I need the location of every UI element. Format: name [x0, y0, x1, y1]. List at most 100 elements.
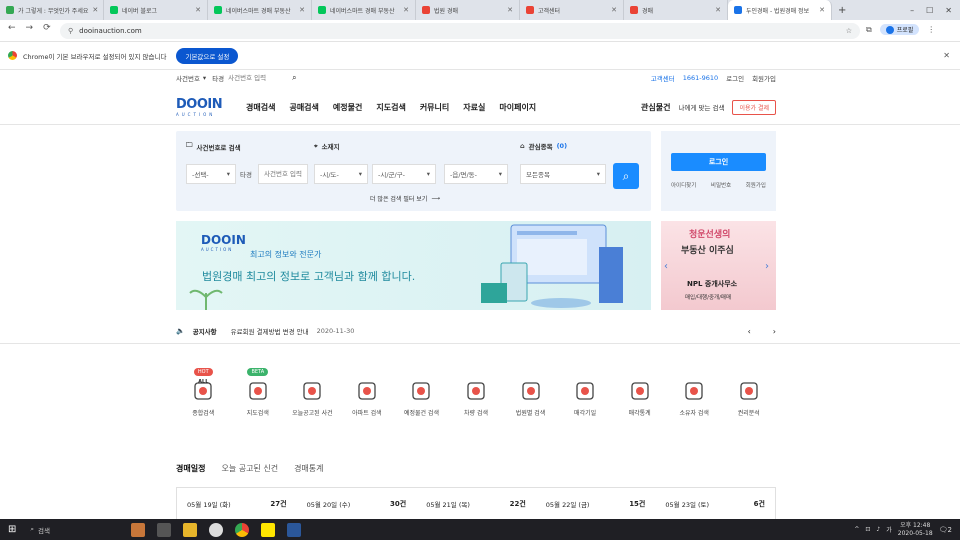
site-info-icon[interactable]: ⚲: [68, 27, 73, 35]
category-item[interactable]: 오늘공고된 사건: [285, 380, 340, 417]
back-icon[interactable]: ←: [8, 23, 16, 33]
clock-date[interactable]: 2020-05-18: [898, 530, 933, 538]
sigungu-select[interactable]: -시/군/구- ▾: [372, 164, 436, 184]
top-case-select[interactable]: 사건번호 ▾: [176, 73, 206, 83]
file-explorer-icon[interactable]: [183, 522, 198, 537]
join-link-box[interactable]: 회원가입: [746, 181, 766, 189]
type-select[interactable]: 모든종목 ▾: [520, 164, 606, 184]
login-button[interactable]: 로그인: [671, 153, 766, 171]
top-case-input[interactable]: [228, 74, 289, 82]
login-link[interactable]: 로그인: [726, 73, 744, 83]
category-item[interactable]: 예정물건 검색: [394, 380, 449, 417]
notice-prev-icon[interactable]: ‹: [748, 327, 751, 336]
bookmark-star-icon[interactable]: ☆: [846, 27, 852, 35]
ad-banner[interactable]: 청운선생의 부동산 이주심 NPL 중개사무소 매입/대행/중개/매매 ‹ ›: [661, 221, 776, 310]
chatgpt-icon[interactable]: [209, 522, 224, 537]
taskbar-search[interactable]: ⌕ 검색: [30, 525, 125, 535]
search-icon[interactable]: ⌕: [292, 73, 296, 83]
volume-icon[interactable]: ♪: [876, 526, 880, 533]
category-item[interactable]: 아파트 검색: [340, 380, 395, 417]
nav-item[interactable]: 자료실: [463, 102, 485, 113]
case-number-input[interactable]: [258, 164, 308, 184]
close-tab-icon[interactable]: ✕: [195, 6, 201, 14]
sido-select[interactable]: -시/도- ▾: [314, 164, 368, 184]
section-tab[interactable]: 오늘 공고된 신건: [221, 463, 278, 474]
close-tab-icon[interactable]: ✕: [611, 6, 617, 14]
reload-icon[interactable]: ⟳: [43, 23, 51, 33]
browser-tab[interactable]: 법원 경매 ✕: [416, 0, 520, 20]
close-tab-icon[interactable]: ✕: [299, 6, 305, 14]
profile-button[interactable]: 프로필: [879, 24, 920, 35]
detail-filter-link[interactable]: 더 많은 검색 필터 보기 ⟶: [370, 194, 440, 203]
ime-icon[interactable]: 가: [886, 525, 892, 534]
category-item[interactable]: HOT ALL 종합검색: [176, 368, 231, 417]
close-window-icon[interactable]: ✕: [945, 6, 952, 15]
join-link[interactable]: 회원가입: [752, 73, 776, 83]
site-logo[interactable]: DOOIN AUCTION: [176, 97, 236, 117]
windows-start-icon[interactable]: ⊞: [8, 524, 16, 535]
ad-next-icon[interactable]: ›: [765, 261, 769, 272]
chrome-icon[interactable]: [235, 522, 250, 537]
browser-tab[interactable]: 네이버 블로그 ✕: [104, 0, 208, 20]
maximize-icon[interactable]: ☐: [926, 6, 933, 15]
minimize-icon[interactable]: –: [910, 6, 914, 15]
browser-tab[interactable]: 경매 ✕: [624, 0, 728, 20]
schedule-item[interactable]: 05월 19일 (화) 27건: [177, 499, 297, 509]
clock-time[interactable]: 오후 12:48: [898, 522, 933, 530]
notice-next-icon[interactable]: ›: [773, 327, 776, 336]
browser-tab[interactable]: 가 그렇게 : 무엇인가 주세요 ✕: [0, 0, 104, 20]
nav-item[interactable]: 경매검색: [246, 102, 275, 113]
schedule-item[interactable]: 05월 20일 (수) 30건: [297, 499, 417, 509]
close-tab-icon[interactable]: ✕: [819, 6, 825, 14]
close-tab-icon[interactable]: ✕: [403, 6, 409, 14]
browser-tab[interactable]: 네이버스마트 경매 부동산 ✕: [208, 0, 312, 20]
word-icon[interactable]: [287, 522, 302, 537]
category-item[interactable]: BETA 지도검색: [231, 368, 286, 417]
dong-select[interactable]: -읍/면/동- ▾: [444, 164, 508, 184]
menu-icon[interactable]: ⋮: [927, 25, 935, 34]
category-item[interactable]: 법원별 검색: [503, 380, 558, 417]
nav-item[interactable]: 예정물건: [333, 102, 362, 113]
category-item[interactable]: 권리분석: [721, 380, 776, 417]
search-button[interactable]: ⌕: [613, 163, 639, 189]
category-item[interactable]: 매각기일: [558, 380, 613, 417]
tray-chevron-icon[interactable]: ^: [854, 526, 859, 533]
interest-link[interactable]: 관심물건: [641, 102, 670, 113]
nav-item[interactable]: 커뮤니티: [420, 102, 449, 113]
forward-icon[interactable]: →: [26, 23, 34, 33]
network-icon[interactable]: ⊡: [865, 526, 870, 533]
schedule-item[interactable]: 05월 23일 (토) 6건: [655, 499, 775, 509]
notice-title[interactable]: 유료회원 결제방법 변경 안내: [231, 326, 309, 336]
category-item[interactable]: 소유자 검색: [667, 380, 722, 417]
guide-link[interactable]: 나에게 맞는 검색: [678, 102, 724, 112]
browser-tab[interactable]: 고객센터 ✕: [520, 0, 624, 20]
main-banner[interactable]: DOOIN AUCTION 최고의 정보와 전문가 법원경매 최고의 정보로 고…: [176, 221, 651, 310]
notification-icon[interactable]: 🗨2: [939, 526, 952, 534]
pay-button[interactable]: 이용가 결제: [732, 99, 776, 115]
browser-tab[interactable]: 두인경매 - 법원경매 정보 ✕: [728, 0, 832, 20]
url-bar[interactable]: ⚲ dooinauction.com ☆: [60, 23, 860, 39]
extensions-icon[interactable]: ⧉: [866, 25, 872, 35]
set-default-button[interactable]: 기본값으로 설정: [176, 47, 239, 64]
nav-item[interactable]: 지도검색: [376, 102, 405, 113]
nav-item[interactable]: 마이페이지: [499, 102, 536, 113]
close-tab-icon[interactable]: ✕: [715, 6, 721, 14]
task-view-icon[interactable]: [157, 522, 172, 537]
category-item[interactable]: 차량 검색: [449, 380, 504, 417]
schedule-item[interactable]: 05월 21일 (목) 22건: [416, 499, 536, 509]
kakaotalk-icon[interactable]: [261, 522, 276, 537]
category-item[interactable]: 매각통계: [612, 380, 667, 417]
browser-tab[interactable]: 네이버스마트 경매 부동산 ✕: [312, 0, 416, 20]
section-tab[interactable]: 경매일정: [176, 463, 205, 474]
close-tab-icon[interactable]: ✕: [92, 6, 98, 14]
section-tab[interactable]: 경매통계: [294, 463, 323, 474]
find-pw-link[interactable]: 비밀번호: [711, 181, 731, 189]
infobar-close-icon[interactable]: ✕: [943, 51, 950, 60]
court-select[interactable]: -선택- ▾: [186, 164, 236, 184]
app-icon[interactable]: [131, 522, 146, 537]
new-tab-button[interactable]: +: [838, 5, 846, 16]
schedule-item[interactable]: 05월 22일 (금) 15건: [536, 499, 656, 509]
ad-prev-icon[interactable]: ‹: [664, 261, 668, 272]
nav-item[interactable]: 공매검색: [289, 102, 318, 113]
find-id-link[interactable]: 아이디찾기: [671, 181, 696, 189]
